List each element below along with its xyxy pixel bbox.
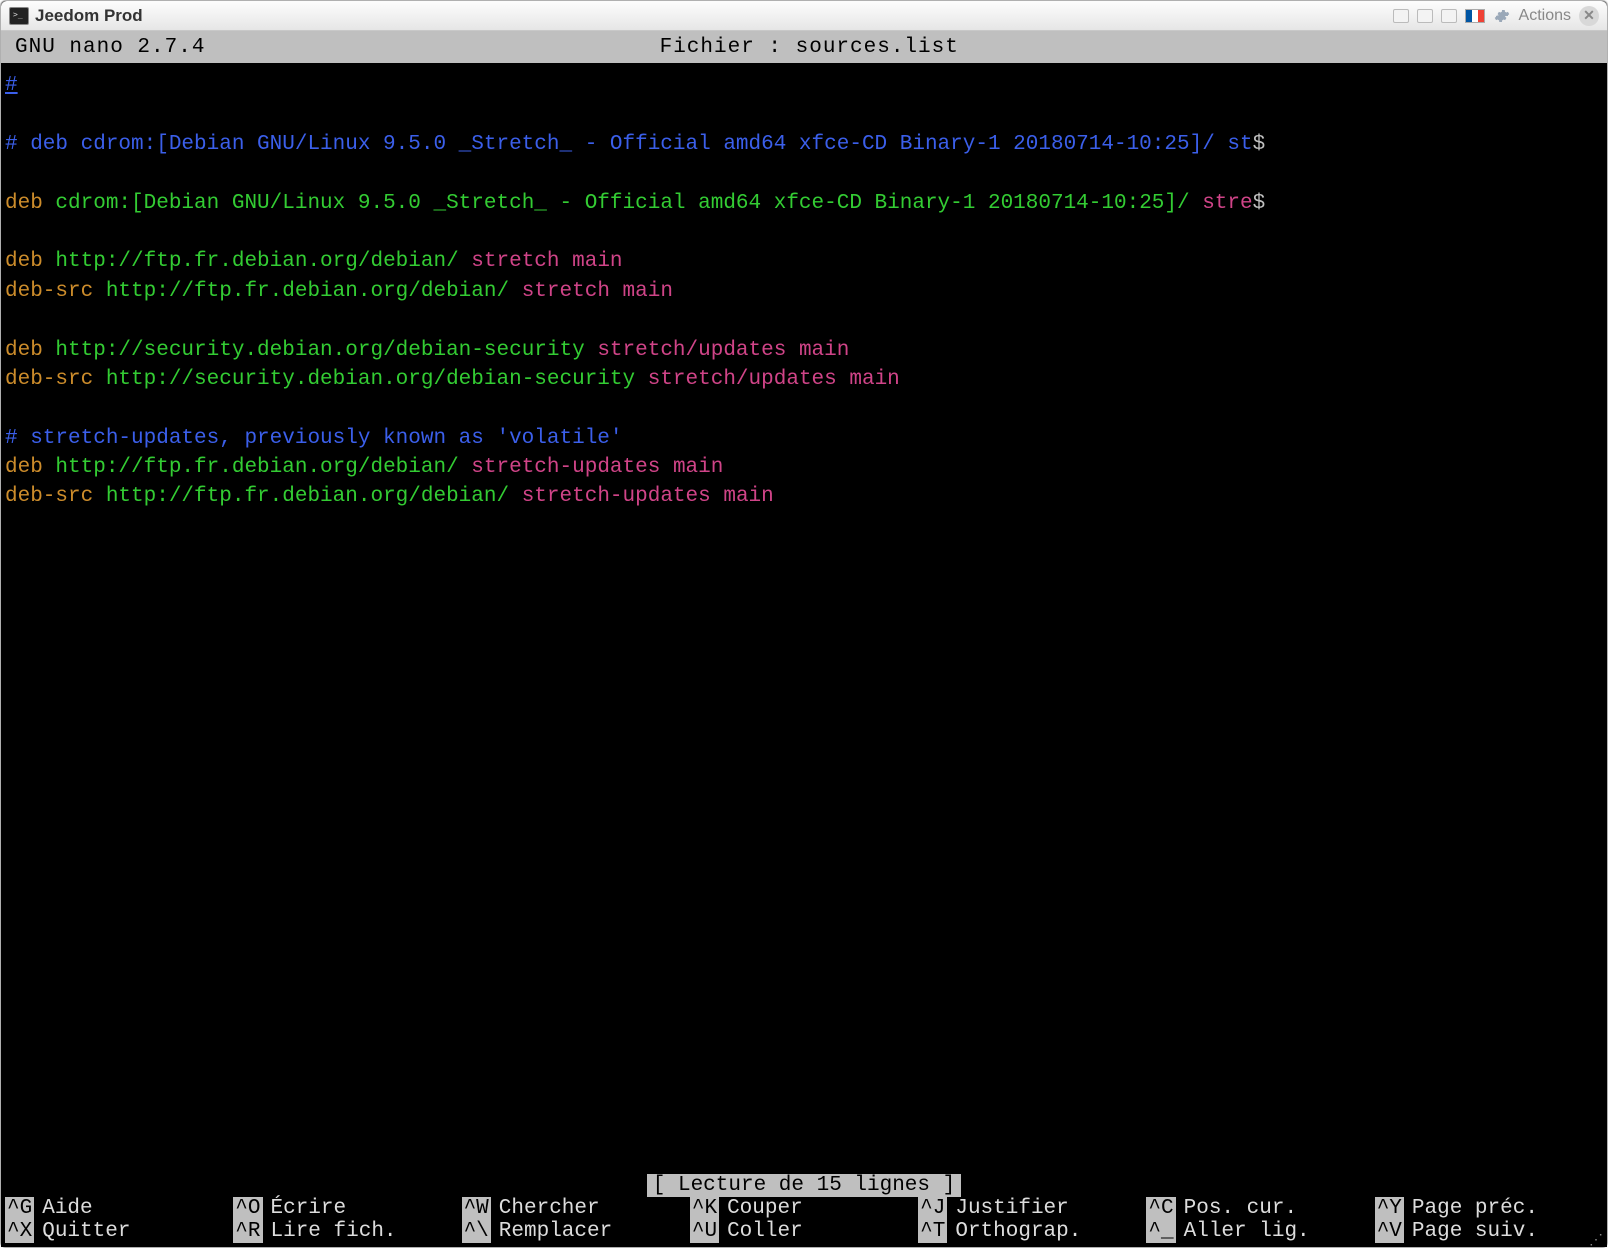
shortcut-key: ^G: [5, 1197, 34, 1220]
editor-line: deb-src http://ftp.fr.debian.org/debian/…: [5, 482, 1603, 511]
editor-line: [5, 100, 1603, 129]
editor-line: [5, 159, 1603, 188]
window-button-3[interactable]: [1441, 9, 1457, 23]
shortcut-bar: ^G Aide ^O Écrire ^W Chercher ^K Couper ^J Justif…: [1, 1197, 1607, 1247]
shortcut-label: Remplacer: [499, 1220, 612, 1243]
actions-menu[interactable]: Actions: [1519, 7, 1571, 25]
terminal-app-icon: [9, 7, 29, 25]
titlebar: Jeedom Prod Actions ✕: [1, 1, 1607, 31]
editor-line: # stretch-updates, previously known as '…: [5, 424, 1603, 453]
shortcut-key: ^R: [233, 1220, 262, 1243]
shortcut-item: ^Y Page préc.: [1375, 1197, 1603, 1220]
shortcut-key: ^T: [918, 1220, 947, 1243]
titlebar-controls: Actions ✕: [1393, 6, 1599, 26]
editor-line: deb cdrom:[Debian GNU/Linux 9.5.0 _Stret…: [5, 189, 1603, 218]
shortcut-key: ^X: [5, 1220, 34, 1243]
shortcut-key: ^J: [918, 1197, 947, 1220]
nano-titlebar: GNU nano 2.7.4 Fichier : sources.list: [1, 31, 1607, 63]
shortcut-label: Pos. cur.: [1184, 1197, 1297, 1220]
shortcut-item: ^U Coller: [690, 1220, 918, 1243]
editor-line: deb-src http://ftp.fr.debian.org/debian/…: [5, 277, 1603, 306]
editor-line: deb http://security.debian.org/debian-se…: [5, 336, 1603, 365]
editor-line: [5, 306, 1603, 335]
window-button-1[interactable]: [1393, 9, 1409, 23]
shortcut-item: ^T Orthograp.: [918, 1220, 1146, 1243]
shortcut-key: ^K: [690, 1197, 719, 1220]
shortcut-item: ^W Chercher: [462, 1197, 690, 1220]
shortcut-key: ^\: [462, 1220, 491, 1243]
shortcut-key: ^W: [462, 1197, 491, 1220]
shortcut-item: ^K Couper: [690, 1197, 918, 1220]
shortcut-item: ^R Lire fich.: [233, 1220, 461, 1243]
editor-area[interactable]: # # deb cdrom:[Debian GNU/Linux 9.5.0 _S…: [1, 63, 1607, 1174]
shortcut-label: Coller: [727, 1220, 803, 1243]
shortcut-label: Page préc.: [1412, 1197, 1538, 1220]
window-button-2[interactable]: [1417, 9, 1433, 23]
status-message: [ Lecture de 15 lignes ]: [1, 1174, 1607, 1197]
shortcut-label: Orthograp.: [955, 1220, 1081, 1243]
shortcut-key: ^Y: [1375, 1197, 1404, 1220]
shortcut-item: ^X Quitter: [5, 1220, 233, 1243]
shortcut-label: Lire fich.: [271, 1220, 397, 1243]
shortcut-label: Aide: [42, 1197, 92, 1220]
shortcut-row: ^X Quitter ^R Lire fich. ^\ Remplacer ^U Coller…: [5, 1220, 1603, 1243]
shortcut-row: ^G Aide ^O Écrire ^W Chercher ^K Couper ^J Justif…: [5, 1197, 1603, 1220]
app-window: Jeedom Prod Actions ✕ GNU nano 2.7.4 Fic…: [0, 0, 1608, 1248]
shortcut-key: ^C: [1146, 1197, 1175, 1220]
nano-footer: [ Lecture de 15 lignes ] ^GAide^OÉcrire^…: [1, 1174, 1607, 1247]
shortcut-item: ^\ Remplacer: [462, 1220, 690, 1243]
flag-fr-icon: [1465, 9, 1485, 23]
editor-line: # deb cdrom:[Debian GNU/Linux 9.5.0 _Str…: [5, 130, 1603, 159]
shortcut-label: Quitter: [42, 1220, 130, 1243]
shortcut-key: ^O: [233, 1197, 262, 1220]
shortcut-item: ^_ Aller lig.: [1146, 1220, 1374, 1243]
shortcut-item: ^J Justifier: [918, 1197, 1146, 1220]
shortcut-key: ^V: [1375, 1220, 1404, 1243]
window-title: Jeedom Prod: [35, 6, 143, 26]
shortcut-label: Écrire: [271, 1197, 347, 1220]
shortcut-key: ^U: [690, 1220, 719, 1243]
editor-line: deb-src http://security.debian.org/debia…: [5, 365, 1603, 394]
shortcut-label: Aller lig.: [1184, 1220, 1310, 1243]
shortcut-label: Page suiv.: [1412, 1220, 1538, 1243]
editor-line: #: [5, 71, 1603, 100]
resize-grip-icon[interactable]: ⋰: [1589, 1231, 1603, 1245]
shortcut-item: ^V Page suiv.: [1375, 1220, 1603, 1243]
shortcut-label: Chercher: [499, 1197, 600, 1220]
close-button[interactable]: ✕: [1579, 6, 1599, 26]
shortcut-label: Couper: [727, 1197, 803, 1220]
nano-filename: Fichier : sources.list: [25, 36, 1593, 59]
shortcut-key: ^_: [1146, 1220, 1175, 1243]
shortcut-item: ^G Aide: [5, 1197, 233, 1220]
editor-line: [5, 394, 1603, 423]
shortcut-item: ^C Pos. cur.: [1146, 1197, 1374, 1220]
editor-line: [5, 218, 1603, 247]
shortcut-item: ^O Écrire: [233, 1197, 461, 1220]
editor-line: deb http://ftp.fr.debian.org/debian/ str…: [5, 453, 1603, 482]
shortcut-label: Justifier: [955, 1197, 1068, 1220]
editor-line: deb http://ftp.fr.debian.org/debian/ str…: [5, 247, 1603, 276]
gear-icon[interactable]: [1493, 7, 1511, 25]
